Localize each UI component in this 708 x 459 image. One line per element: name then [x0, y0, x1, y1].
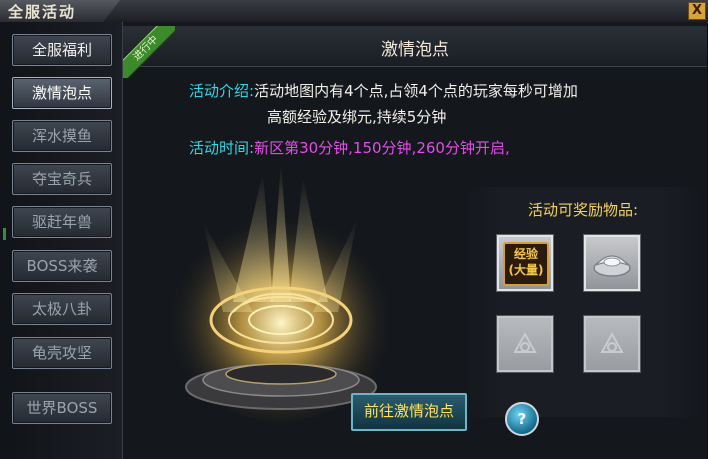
- sidebar-item-taiji-bagua[interactable]: 太极八卦: [12, 293, 112, 325]
- activity-sidebar: 全服福利 激情泡点 浑水摸鱼 夺宝奇兵 驱赶年兽 BOSS来袭 太极八卦 龟壳攻…: [0, 22, 124, 459]
- reward-slot-exp[interactable]: 经验 (大量): [496, 234, 554, 292]
- silver-ingot-icon: [593, 255, 631, 277]
- activity-header: 激情泡点: [123, 26, 707, 67]
- goto-passion-bubble-button[interactable]: 前往激情泡点: [351, 393, 467, 431]
- time-value: 新区第30分钟,150分钟,260分钟开启,: [254, 139, 510, 157]
- empty-slot-icon: [513, 331, 537, 353]
- sidebar-item-turtle-siege[interactable]: 龟壳攻坚: [12, 337, 112, 369]
- sidebar-item-muddy-fishing[interactable]: 浑水摸鱼: [12, 120, 112, 152]
- reward-panel: 活动可奖励物品: 经验 (大量): [463, 187, 703, 417]
- sidebar-item-treasure-raid[interactable]: 夺宝奇兵: [12, 163, 112, 195]
- activity-title: 激情泡点: [381, 40, 449, 60]
- reward-slot-empty-1[interactable]: [496, 315, 554, 373]
- reward-title: 活动可奖励物品:: [527, 201, 639, 219]
- side-marker: [3, 228, 6, 240]
- sidebar-item-passion-bubble[interactable]: 激情泡点: [12, 77, 112, 109]
- altar-illustration-icon: [166, 162, 396, 422]
- window-title: 全服活动: [8, 3, 77, 21]
- status-ribbon-label: 进行中: [123, 26, 175, 78]
- intro-text-line2: 高额经验及绑元,持续5分钟: [267, 108, 447, 126]
- exp-badge-text: 经验 (大量): [508, 247, 544, 277]
- help-icon[interactable]: ?: [505, 402, 539, 436]
- sidebar-item-server-welfare[interactable]: 全服福利: [12, 34, 112, 66]
- exp-scroll-icon: 经验 (大量): [503, 242, 549, 286]
- reward-slot-empty-2[interactable]: [583, 315, 641, 373]
- time-block: 活动时间:新区第30分钟,150分钟,260分钟开启,: [189, 135, 510, 161]
- intro-block: 活动介绍:活动地图内有4个点,占领4个点的玩家每秒可增加: [189, 78, 578, 104]
- activity-detail-panel: 激情泡点 进行中 活动介绍:活动地图内有4个点,占领4个点的玩家每秒可增加 高额…: [122, 22, 707, 459]
- sidebar-item-drive-nian-beast[interactable]: 驱赶年兽: [12, 206, 112, 238]
- intro-label: 活动介绍:: [189, 82, 255, 100]
- title-bar: 全服活动 X: [0, 0, 708, 23]
- intro-text-line1: 活动地图内有4个点,占领4个点的玩家每秒可增加: [254, 82, 578, 100]
- reward-slot-ingot[interactable]: [583, 234, 641, 292]
- empty-slot-icon: [600, 331, 624, 353]
- status-ribbon: 进行中: [123, 26, 175, 78]
- time-label: 活动时间:: [189, 139, 255, 157]
- sidebar-item-world-boss[interactable]: 世界BOSS: [12, 392, 112, 424]
- close-button[interactable]: X: [688, 2, 706, 20]
- sidebar-item-boss-raid[interactable]: BOSS来袭: [12, 250, 112, 282]
